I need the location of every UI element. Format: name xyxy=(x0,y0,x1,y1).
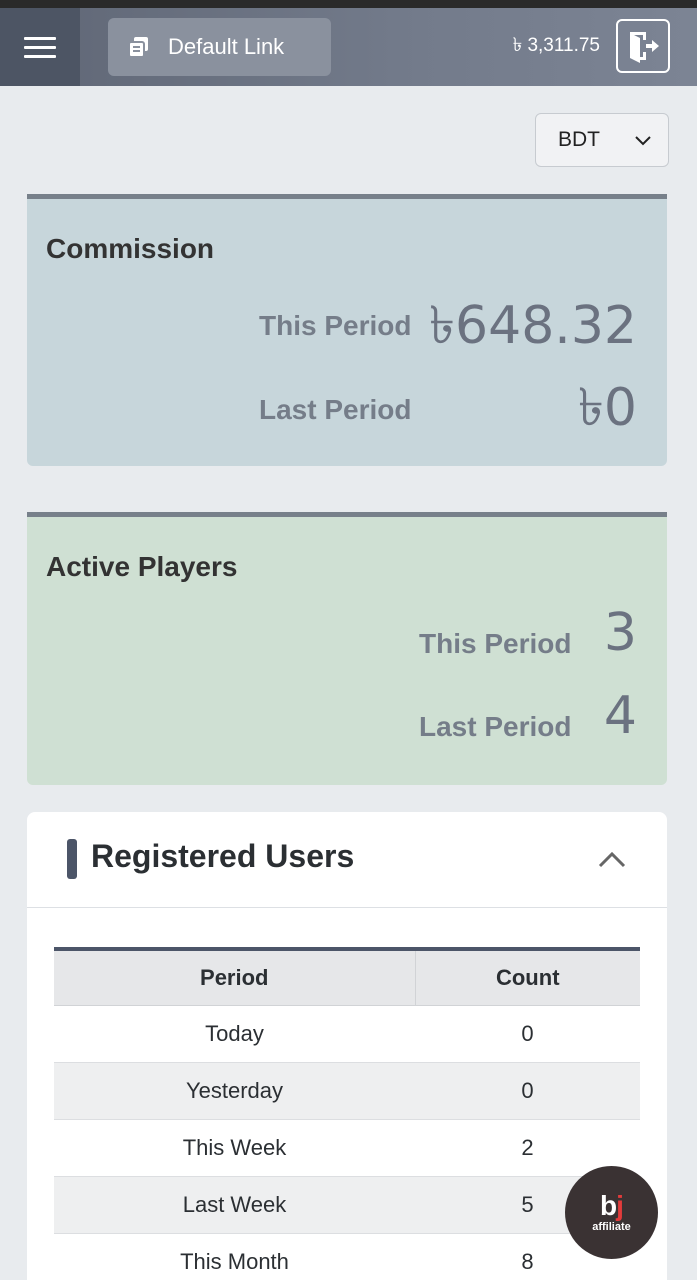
menu-icon-bar xyxy=(24,54,56,58)
commission-last-period-value: ৳0 xyxy=(578,378,637,438)
commission-this-period-value: ৳648.32 xyxy=(429,296,637,356)
column-header-period: Period xyxy=(54,949,416,1006)
table-row: This Month 8 xyxy=(54,1233,640,1280)
period-cell: Last Week xyxy=(54,1176,415,1234)
count-cell: 0 xyxy=(415,1005,640,1063)
players-this-period-value: 3 xyxy=(603,603,637,663)
active-players-title: Active Players xyxy=(46,551,238,582)
menu-icon-bar xyxy=(24,36,56,40)
period-cell: Today xyxy=(54,1005,415,1063)
logout-button[interactable] xyxy=(616,19,670,73)
period-cell: Yesterday xyxy=(54,1062,415,1120)
menu-button[interactable] xyxy=(0,8,80,86)
players-last-period-value: 4 xyxy=(603,686,637,746)
table-header-row: Period Count xyxy=(54,949,640,1006)
count-cell: 0 xyxy=(415,1062,640,1120)
default-link-label: Default Link xyxy=(168,34,285,59)
registered-users-title: Registered Users xyxy=(91,838,355,874)
app-header: Default Link ৳ 3,311.75 xyxy=(0,8,697,86)
menu-icon-bar xyxy=(24,45,56,49)
players-this-period-label: This Period xyxy=(419,628,572,659)
commission-this-period-label: This Period xyxy=(259,310,412,341)
commission-title: Commission xyxy=(46,233,215,264)
affiliate-logo: bj xyxy=(600,1189,624,1221)
title-accent-bar xyxy=(67,839,77,879)
players-last-period-label: Last Period xyxy=(419,711,572,742)
default-link-button[interactable]: Default Link xyxy=(108,18,331,76)
affiliate-logo-text: affiliate xyxy=(592,1220,631,1233)
link-icon xyxy=(128,37,148,58)
registered-users-table: Period Count Today 0 Yesterday 0 This We… xyxy=(54,947,640,1280)
balance-amount: ৳ 3,311.75 xyxy=(512,35,600,56)
chevron-down-icon xyxy=(635,136,651,146)
commission-last-period-label: Last Period xyxy=(259,394,412,425)
currency-select[interactable]: BDT xyxy=(535,113,669,167)
table-row: This Week 2 xyxy=(54,1119,640,1177)
period-cell: This Week xyxy=(54,1119,415,1177)
balance-display: ৳ 3,311.75 xyxy=(470,8,600,86)
top-edge xyxy=(0,0,697,8)
logout-icon xyxy=(630,32,659,63)
commission-card: Commission This Period ৳648.32 Last Peri… xyxy=(27,194,667,466)
column-header-count: Count xyxy=(415,949,640,1006)
currency-selected: BDT xyxy=(558,128,600,151)
chevron-up-icon[interactable] xyxy=(597,848,627,870)
table-row: Yesterday 0 xyxy=(54,1062,640,1120)
table-row: Last Week 5 xyxy=(54,1176,640,1234)
period-cell: This Month xyxy=(54,1233,415,1280)
active-players-card: Active Players This Period 3 Last Period… xyxy=(27,512,667,785)
registered-users-header[interactable]: Registered Users xyxy=(27,812,667,908)
affiliate-chat-button[interactable]: bj affiliate xyxy=(565,1166,658,1259)
table-row: Today 0 xyxy=(54,1005,640,1063)
